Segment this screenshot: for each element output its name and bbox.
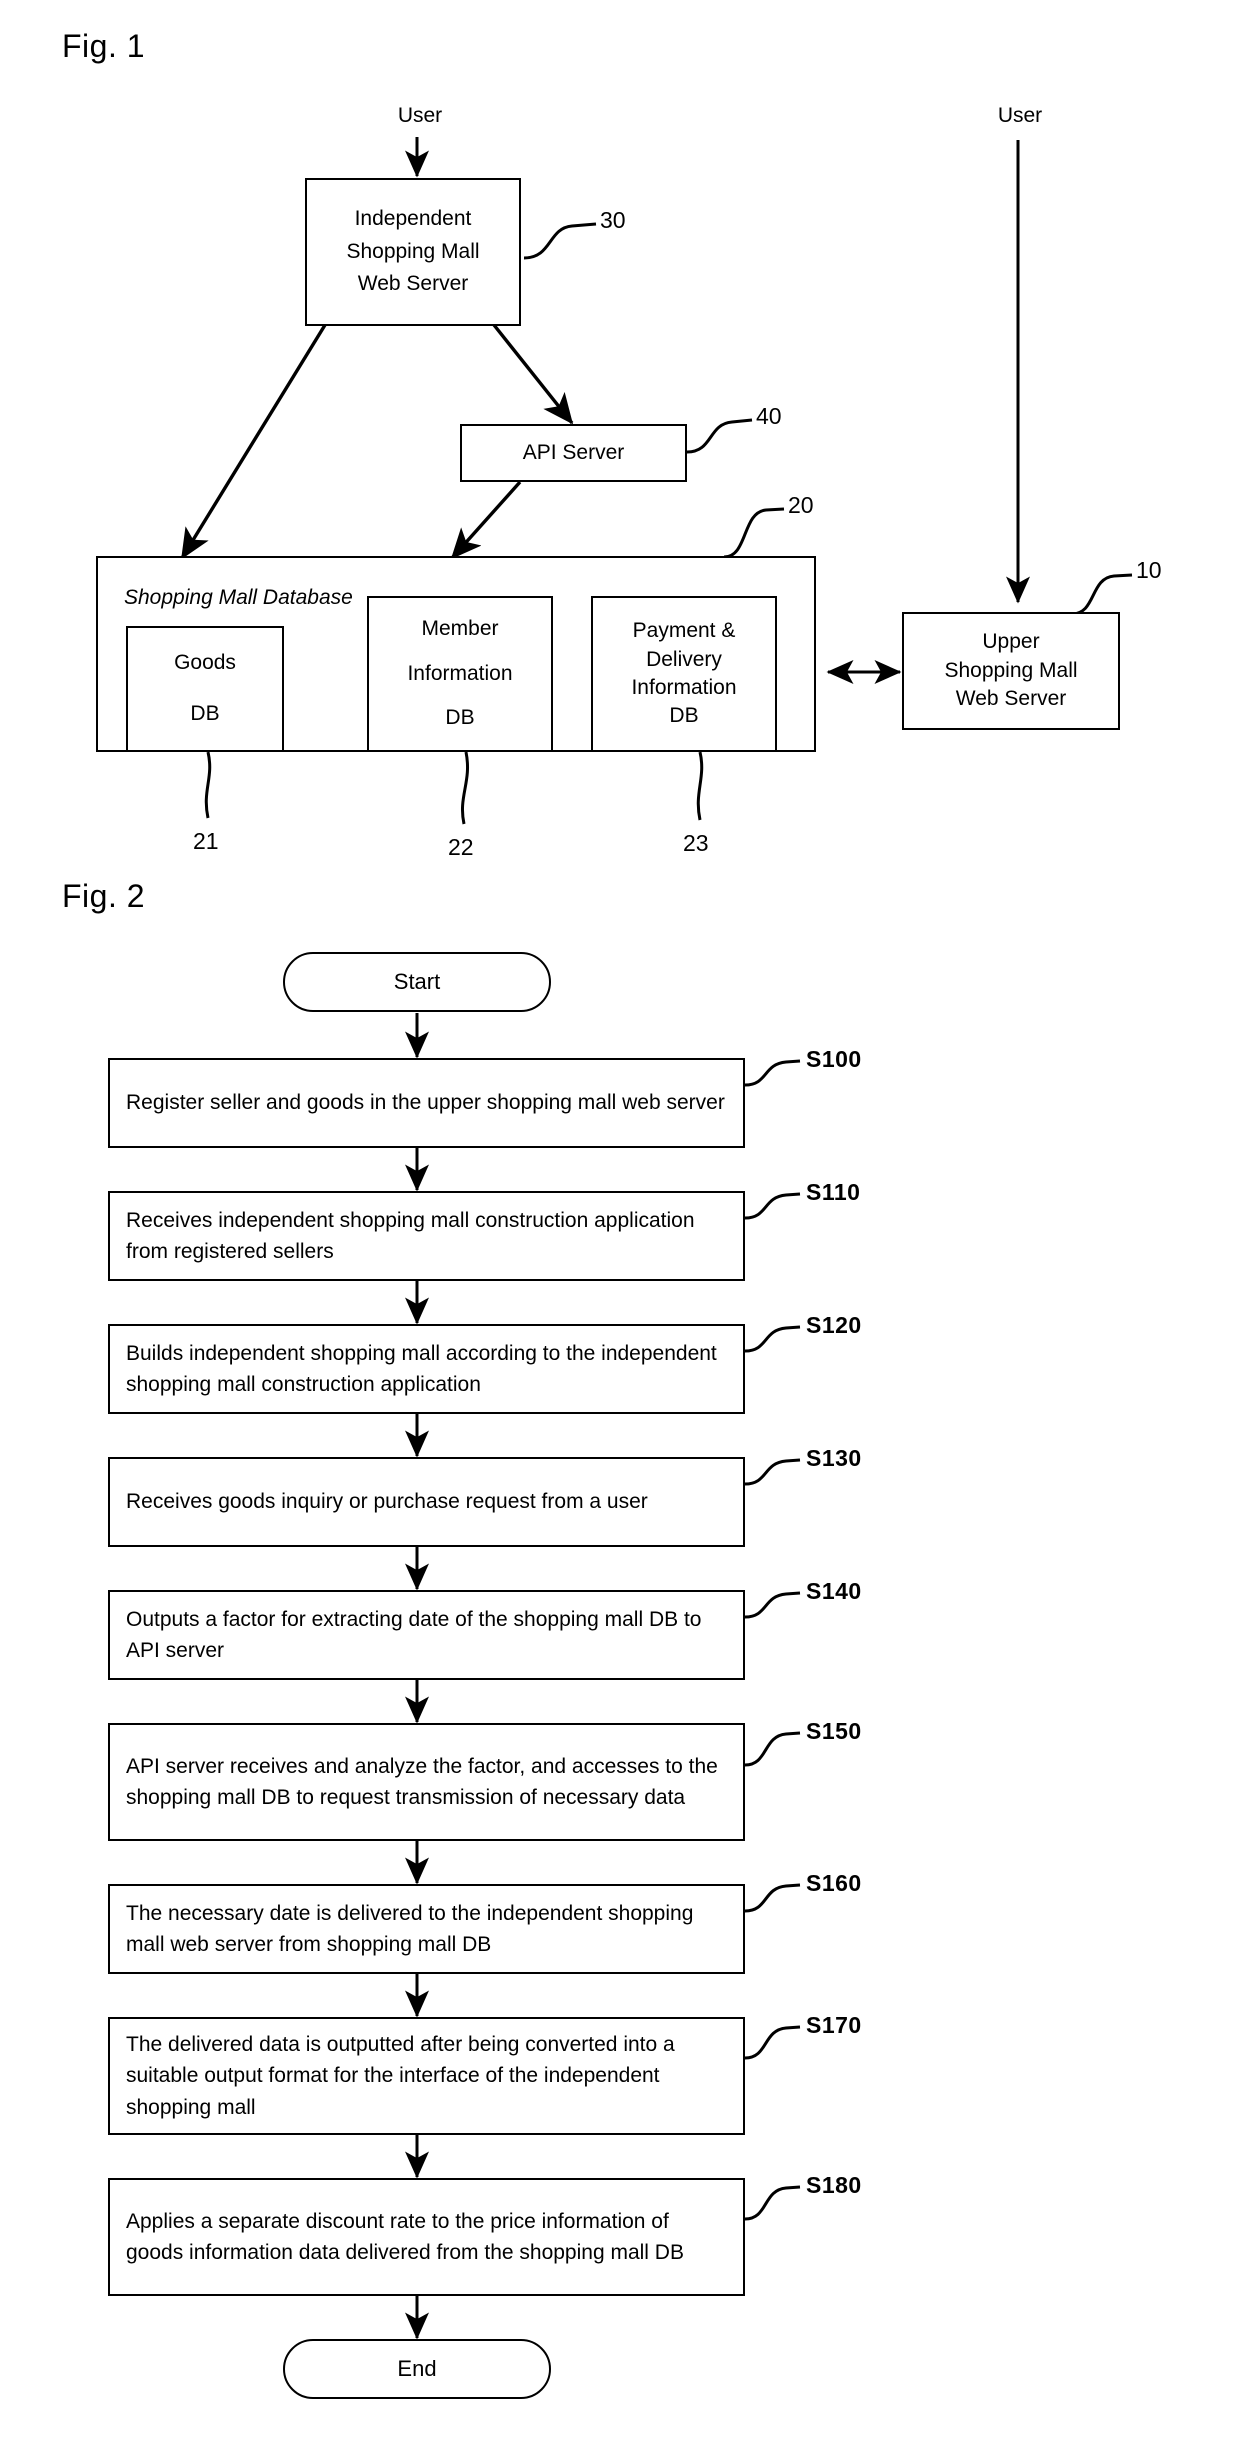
independent-mall-line-2: Shopping Mall — [346, 239, 480, 263]
leader-line-s130 — [744, 1458, 801, 1486]
label-user-right: User — [997, 104, 1043, 127]
leader-line-s180 — [744, 2185, 801, 2221]
step-number-s150: S150 — [806, 1718, 862, 1744]
upper-mall-line-2: Shopping Mall — [944, 658, 1078, 682]
arrow-independent-mall-to-api-server — [492, 323, 574, 425]
goods-db-line-1: Goods — [174, 651, 236, 675]
payment-db-line-2: Delivery — [646, 647, 722, 671]
figure-2-title: Fig. 2 — [62, 878, 146, 914]
ref-number-23: 23 — [683, 830, 709, 856]
step-s130-text: Receives goods inquiry or purchase reque… — [126, 1490, 648, 1514]
flowchart-step-s160[interactable]: The necessary date is delivered to the i… — [108, 1884, 745, 1974]
leader-line-23 — [696, 751, 704, 821]
flowchart-step-s170[interactable]: The delivered data is outputted after be… — [108, 2017, 745, 2135]
step-number-s180: S180 — [806, 2172, 862, 2198]
flowchart-step-s110[interactable]: Receives independent shopping mall const… — [108, 1191, 745, 1281]
ref-number-20: 20 — [788, 492, 814, 518]
ref-number-22: 22 — [448, 834, 474, 860]
step-s100-text: Register seller and goods in the upper s… — [126, 1091, 725, 1115]
node-independent-shopping-mall-web-server[interactable]: Independent Shopping Mall Web Server — [305, 178, 521, 326]
leader-line-40 — [686, 418, 753, 454]
leader-line-s150 — [744, 1731, 801, 1767]
step-s140-text: Outputs a factor for extracting date of … — [126, 1607, 702, 1663]
leader-line-s110 — [744, 1192, 801, 1220]
leader-line-30 — [523, 222, 597, 260]
step-s170-text: The delivered data is outputted after be… — [126, 2032, 675, 2119]
flowchart-step-s120[interactable]: Builds independent shopping mall accordi… — [108, 1324, 745, 1414]
shopping-mall-database-title: Shopping Mall Database — [124, 586, 353, 609]
step-s160-text: The necessary date is delivered to the i… — [126, 1901, 694, 1957]
flowchart-end-terminator[interactable]: End — [283, 2339, 551, 2399]
payment-db-line-1: Payment & — [632, 619, 736, 643]
leader-line-22 — [461, 751, 469, 825]
ref-number-40: 40 — [756, 403, 782, 429]
leader-line-20 — [723, 507, 785, 559]
node-api-server[interactable]: API Server — [460, 424, 687, 482]
api-server-label: API Server — [522, 440, 625, 464]
goods-db-line-2: DB — [190, 702, 220, 725]
member-db-line-2: Information — [407, 661, 513, 685]
payment-db-line-3: Information — [631, 676, 737, 699]
arrow-api-server-to-database — [450, 480, 522, 560]
step-s150-text: API server receives and analyze the fact… — [126, 1754, 718, 1810]
node-member-information-db[interactable]: Member Information DB — [367, 596, 553, 752]
flowchart-start-terminator[interactable]: Start — [283, 952, 551, 1012]
ref-number-30: 30 — [600, 207, 626, 233]
upper-mall-line-3: Web Server — [955, 687, 1067, 711]
step-number-s170: S170 — [806, 2012, 862, 2038]
step-s120-text: Builds independent shopping mall accordi… — [126, 1341, 717, 1397]
leader-line-s100 — [744, 1059, 801, 1087]
flowchart-step-s140[interactable]: Outputs a factor for extracting date of … — [108, 1590, 745, 1680]
step-number-s130: S130 — [806, 1445, 862, 1471]
node-payment-delivery-information-db[interactable]: Payment & Delivery Information DB — [591, 596, 777, 752]
flowchart-step-s150[interactable]: API server receives and analyze the fact… — [108, 1723, 745, 1841]
flowchart-step-s180[interactable]: Applies a separate discount rate to the … — [108, 2178, 745, 2296]
node-upper-shopping-mall-web-server[interactable]: Upper Shopping Mall Web Server — [902, 612, 1120, 730]
leader-line-s140 — [744, 1591, 801, 1619]
independent-mall-line-1: Independent — [354, 207, 472, 231]
member-db-line-1: Member — [421, 617, 499, 641]
payment-db-line-4: DB — [669, 704, 699, 728]
node-goods-db[interactable]: Goods DB — [126, 626, 284, 752]
leader-line-s120 — [744, 1325, 801, 1353]
arrow-independent-mall-to-database — [180, 324, 327, 560]
ref-number-10: 10 — [1136, 557, 1162, 583]
figure-1-title: Fig. 1 — [62, 28, 146, 64]
upper-mall-line-1: Upper — [982, 630, 1040, 654]
step-s180-text: Applies a separate discount rate to the … — [126, 2209, 684, 2265]
leader-line-s170 — [744, 2025, 801, 2060]
step-number-s100: S100 — [806, 1046, 862, 1072]
step-number-s160: S160 — [806, 1870, 862, 1896]
step-number-s110: S110 — [806, 1179, 861, 1205]
flowchart-step-s100[interactable]: Register seller and goods in the upper s… — [108, 1058, 745, 1148]
label-user-left: User — [397, 104, 443, 127]
step-number-s140: S140 — [806, 1578, 862, 1604]
member-db-line-3: DB — [445, 706, 475, 730]
step-s110-text: Receives independent shopping mall const… — [126, 1208, 695, 1264]
leader-line-21 — [204, 751, 212, 819]
independent-mall-line-3: Web Server — [357, 272, 469, 296]
start-label: Start — [393, 969, 441, 994]
step-number-s120: S120 — [806, 1312, 862, 1338]
flowchart-step-s130[interactable]: Receives goods inquiry or purchase reque… — [108, 1457, 745, 1547]
end-label: End — [397, 2356, 437, 2381]
ref-number-21: 21 — [193, 828, 219, 854]
patent-drawing-sheet: Fig. 1 User User Independent Shopping Ma… — [0, 0, 1240, 2453]
leader-line-s160 — [744, 1883, 801, 1913]
leader-line-10 — [1071, 573, 1133, 616]
